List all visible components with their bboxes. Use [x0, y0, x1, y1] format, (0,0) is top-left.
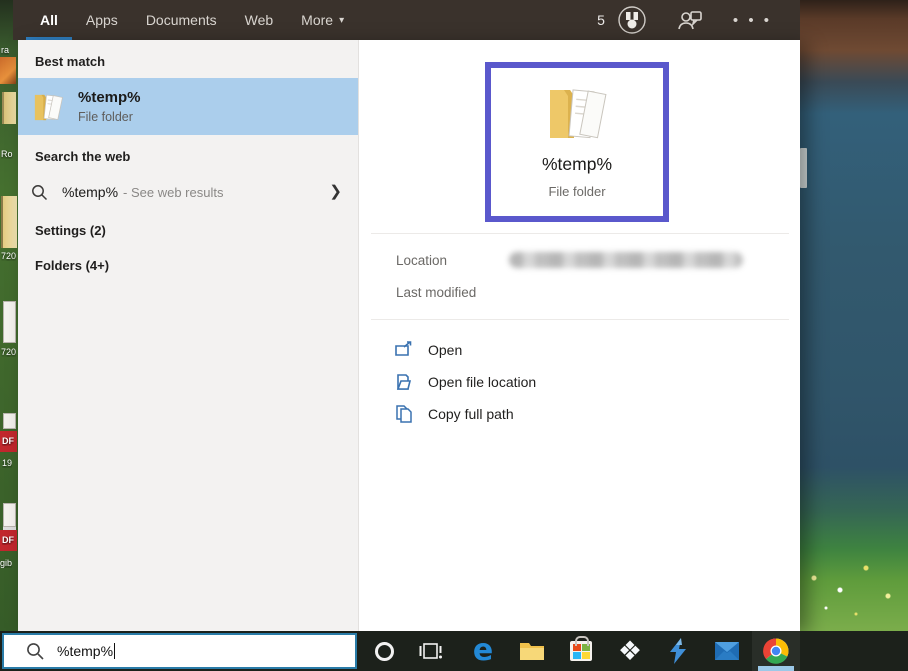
desktop-icon-fragment: DF — [0, 431, 17, 452]
taskbar-search-value: %temp% — [57, 643, 113, 659]
rewards-button[interactable]: 5 — [597, 3, 649, 37]
taskbar-search-box[interactable]: %temp% — [2, 633, 357, 669]
more-options-icon[interactable]: • • • — [733, 12, 772, 29]
divider — [371, 233, 789, 234]
store-icon — [570, 641, 592, 661]
tab-apps-label: Apps — [86, 12, 118, 28]
desktop-icon-fragment — [3, 301, 16, 343]
desktop-icon-fragment: DF — [0, 530, 17, 551]
chrome-icon — [763, 638, 789, 664]
desktop-icon-fragment — [3, 503, 16, 527]
file-explorer-button[interactable] — [508, 631, 556, 671]
tab-documents[interactable]: Documents — [146, 0, 217, 40]
best-match-title: %temp% — [78, 89, 141, 106]
active-app-indicator — [758, 666, 794, 671]
desktop-icon-fragment-label: ra — [1, 45, 9, 55]
search-filter-tabs: All Apps Documents Web More ▾ — [40, 0, 344, 40]
cortana-button[interactable] — [364, 631, 404, 671]
tab-all-label: All — [40, 12, 58, 28]
tab-more[interactable]: More ▾ — [301, 0, 344, 40]
action-open[interactable]: Open — [395, 338, 462, 362]
edge-icon: e — [473, 636, 493, 666]
flash-app-icon — [668, 638, 688, 664]
tab-web-label: Web — [245, 12, 274, 28]
group-folders-label: Folders (4+) — [35, 258, 109, 273]
topbar-right-controls: 5 • • • — [597, 3, 772, 37]
last-modified-label: Last modified — [396, 285, 476, 300]
file-folder-large-icon — [544, 84, 610, 144]
text-cursor — [114, 643, 115, 659]
search-the-web-header: Search the web — [18, 135, 358, 164]
search-preview-panel: %temp% File folder Location Last modifie… — [358, 40, 800, 631]
rewards-count: 5 — [597, 12, 605, 28]
open-icon — [395, 341, 414, 359]
location-value-redacted — [509, 252, 743, 268]
search-results-panel: Best match %temp% File folder Search the… — [18, 40, 358, 631]
web-search-result[interactable]: %temp% - See web results ❯ — [18, 173, 358, 211]
desktop-icon-fragment — [800, 148, 807, 188]
copy-icon — [395, 405, 414, 423]
action-open-label: Open — [428, 342, 462, 358]
folder-open-icon — [395, 373, 414, 391]
divider — [371, 319, 789, 320]
store-button[interactable] — [557, 631, 605, 671]
desktop-icon-fragment-label: gib — [0, 558, 12, 568]
annotation-highlight-box: %temp% File folder — [485, 62, 669, 222]
location-label: Location — [396, 253, 447, 268]
action-copy-full-path[interactable]: Copy full path — [395, 402, 514, 426]
edge-button[interactable]: e — [459, 631, 507, 671]
rewards-medal-icon — [615, 3, 649, 37]
mail-icon — [714, 640, 740, 662]
best-match-text: %temp% File folder — [78, 89, 141, 124]
feedback-button[interactable] — [673, 3, 707, 37]
flash-app-button[interactable] — [654, 631, 702, 671]
tab-more-label: More — [301, 12, 333, 28]
search-tabs-bar: All Apps Documents Web More ▾ 5 — [13, 0, 800, 40]
web-result-suffix: - See web results — [123, 185, 223, 200]
desktop-wallpaper-right — [796, 0, 908, 631]
best-match-subtitle: File folder — [78, 110, 141, 124]
best-match-header: Best match — [18, 40, 358, 69]
action-copy-full-path-label: Copy full path — [428, 406, 514, 422]
tab-all[interactable]: All — [40, 0, 58, 40]
desktop-icon-fragment-label: Ro — [1, 149, 13, 159]
search-icon — [31, 184, 48, 201]
tab-apps[interactable]: Apps — [86, 0, 118, 40]
dropbox-icon: ❖ — [618, 638, 642, 665]
chevron-down-icon: ▾ — [339, 15, 344, 26]
group-settings-label: Settings (2) — [35, 223, 106, 238]
dropbox-button[interactable]: ❖ — [606, 631, 654, 671]
taskbar: %temp% e ❖ — [0, 631, 908, 671]
web-result-query: %temp% — [62, 184, 118, 200]
group-folders[interactable]: Folders (4+) — [18, 249, 358, 281]
chrome-button[interactable] — [752, 631, 800, 671]
windows-search-screen: ra Ro 720 720 DF 19 DF gib All Apps Docu… — [0, 0, 908, 671]
chevron-right-icon[interactable]: ❯ — [329, 182, 342, 200]
preview-subtitle: File folder — [548, 184, 605, 199]
file-folder-icon — [33, 91, 63, 123]
search-flyout: Best match %temp% File folder Search the… — [18, 40, 800, 631]
best-match-result[interactable]: %temp% File folder — [18, 78, 358, 135]
feedback-icon — [677, 8, 703, 32]
task-view-button[interactable] — [410, 631, 452, 671]
action-open-file-location[interactable]: Open file location — [395, 370, 536, 394]
group-settings[interactable]: Settings (2) — [18, 214, 358, 246]
tab-web[interactable]: Web — [245, 0, 274, 40]
desktop-icon-fragment-label: 19 — [2, 458, 12, 468]
desktop-icon-fragment — [0, 57, 16, 84]
desktop-icon-fragment-label: 720 — [1, 251, 16, 261]
search-icon — [26, 642, 44, 660]
action-open-file-location-label: Open file location — [428, 374, 536, 390]
file-explorer-icon — [519, 640, 545, 662]
tab-documents-label: Documents — [146, 12, 217, 28]
cortana-icon — [375, 642, 394, 661]
desktop-wallpaper-left: ra Ro 720 720 DF 19 DF gib — [0, 0, 18, 631]
desktop-icon-fragment — [1, 196, 17, 248]
task-view-icon — [419, 640, 443, 662]
mail-button[interactable] — [703, 631, 751, 671]
desktop-icon-fragment — [3, 413, 16, 429]
desktop-icon-fragment-label: 720 — [1, 347, 16, 357]
preview-title: %temp% — [542, 154, 612, 175]
desktop-icon-fragment — [2, 92, 16, 124]
